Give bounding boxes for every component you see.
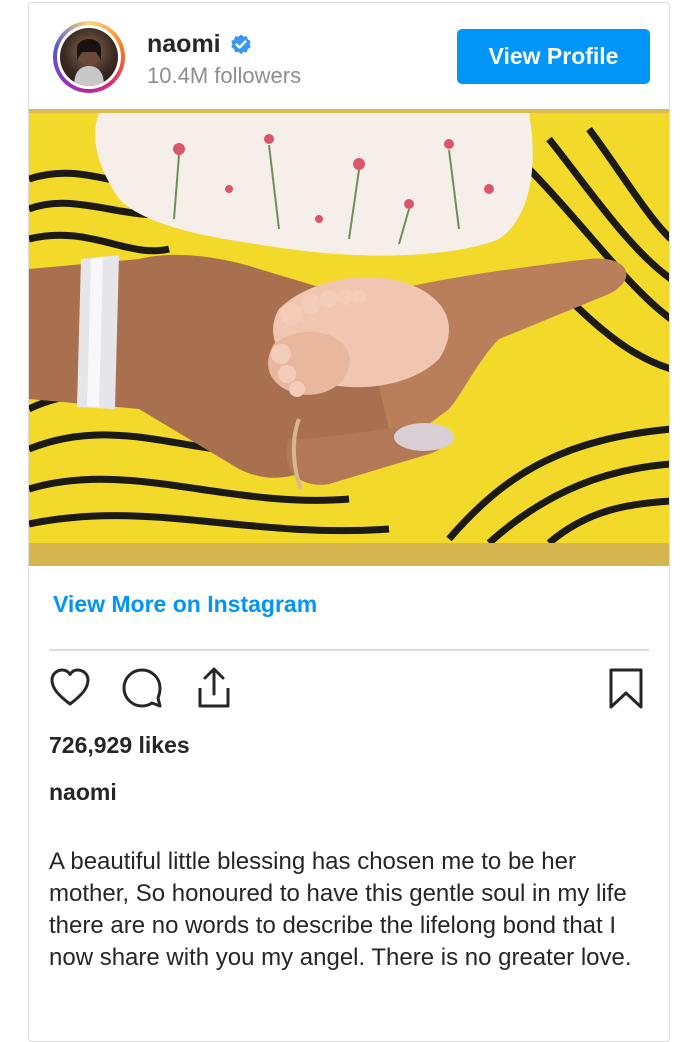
- like-button[interactable]: [47, 667, 93, 713]
- post-photo[interactable]: [29, 109, 669, 566]
- post-header: naomi 10.4M followers View Profile: [29, 3, 669, 109]
- avatar-ring[interactable]: [53, 21, 125, 93]
- share-button[interactable]: [191, 667, 237, 713]
- instagram-embed-card: naomi 10.4M followers View Profile View …: [28, 2, 670, 1042]
- save-button[interactable]: [603, 667, 649, 713]
- caption-username[interactable]: naomi: [49, 779, 117, 806]
- username-text[interactable]: naomi: [147, 30, 221, 59]
- username[interactable]: naomi: [147, 30, 253, 59]
- follower-count: 10.4M followers: [147, 63, 302, 88]
- comment-button[interactable]: [119, 667, 165, 713]
- view-profile-button[interactable]: View Profile: [457, 29, 650, 84]
- verified-badge-icon: [229, 33, 253, 57]
- comment-icon: [120, 666, 164, 715]
- share-icon: [192, 666, 236, 715]
- post-caption: A beautiful little blessing has chosen m…: [49, 848, 632, 971]
- like-count[interactable]: 726,929 likes: [49, 732, 190, 759]
- bookmark-icon: [604, 666, 648, 715]
- divider: [49, 649, 649, 651]
- avatar: [60, 28, 118, 86]
- view-more-link[interactable]: View More on Instagram: [53, 591, 317, 618]
- heart-icon: [48, 666, 92, 715]
